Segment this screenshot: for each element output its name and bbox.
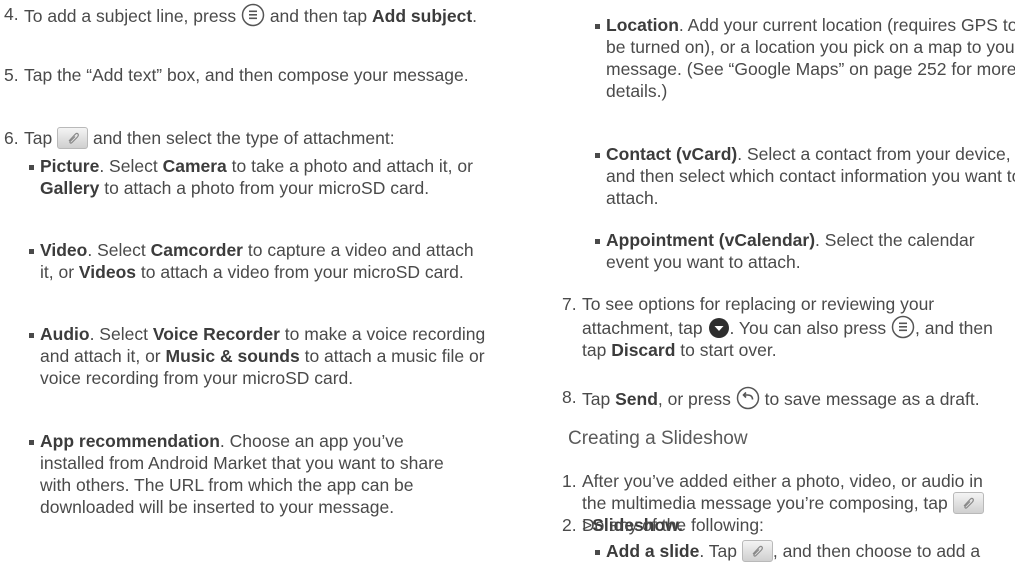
step-text: . [472, 6, 478, 26]
option-text: to attach a photo from your microSD card… [104, 178, 430, 198]
option-bold: Music & sounds [165, 346, 300, 366]
bullet-icon [29, 333, 34, 338]
step-number: 5. [4, 65, 19, 85]
option-video: Video. Select Camcorder to capture a vid… [0, 239, 490, 283]
step-text: to start over. [680, 340, 777, 360]
option-add-slide: Add a slide. Tap , and then choose to ad… [566, 540, 1015, 562]
step-5: 5. Tap the “Add text” box, and then comp… [0, 64, 494, 86]
step-text: . You can also press [729, 318, 887, 338]
bullet-icon [595, 550, 600, 555]
step-text: Tap [582, 389, 611, 409]
paperclip-icon [57, 127, 89, 149]
step-text: To add a subject line, press [24, 6, 237, 26]
step-text: Tap [24, 128, 53, 148]
option-text: to take a photo and attach it, or [231, 156, 473, 176]
option-title: Add a slide [606, 541, 700, 561]
option-bold: Camcorder [150, 240, 243, 260]
step-text: and then tap [269, 6, 368, 26]
add-subject-label: Add subject [372, 6, 473, 26]
step-text: Tap the “Add text” box, and then compose… [24, 65, 469, 85]
step-text: to save message as a draft. [764, 389, 980, 409]
section-heading: Creating a Slideshow [568, 428, 748, 449]
option-bold: Videos [78, 262, 136, 282]
step-text: After you’ve added either a photo, video… [582, 471, 983, 513]
option-contact: Contact (vCard). Select a contact from y… [566, 143, 1015, 209]
option-bold: Voice Recorder [152, 324, 280, 344]
expand-arrow-icon [708, 317, 730, 339]
send-label: Send [615, 389, 658, 409]
bullet-icon [29, 440, 34, 445]
option-picture: Picture. Select Camera to take a photo a… [0, 155, 490, 199]
option-app-recommendation: App recommendation. Choose an app you’ve… [0, 430, 470, 518]
step-7: 7. To see options for replacing or revie… [558, 293, 1007, 361]
option-text: . Tap [699, 541, 737, 561]
option-appointment: Appointment (vCalendar). Select the cale… [566, 229, 1006, 273]
option-title: Location [606, 15, 679, 35]
option-text: . Select [87, 240, 146, 260]
slideshow-step-2: 2. Do any of the following: [558, 514, 1002, 536]
option-text: . Select [99, 156, 158, 176]
paperclip-icon [741, 540, 773, 562]
step-number: 4. [4, 4, 19, 24]
option-bold: Gallery [40, 178, 100, 198]
step-4: 4. To add a subject line, press and then… [0, 3, 494, 27]
step-6: 6. Tap and then select the type of attac… [0, 127, 514, 149]
option-audio: Audio. Select Voice Recorder to make a v… [0, 323, 490, 389]
bullet-icon [595, 24, 600, 29]
discard-label: Discard [611, 340, 676, 360]
option-title: App recommendation [40, 431, 220, 451]
paperclip-icon [952, 492, 984, 514]
step-number: 1. [562, 471, 577, 491]
option-bold: Camera [162, 156, 227, 176]
menu-key-icon [891, 315, 915, 339]
menu-key-icon [241, 3, 265, 27]
option-text: . Select [89, 324, 148, 344]
option-location: Location. Add your current location (req… [566, 14, 1015, 102]
step-number: 7. [562, 294, 577, 314]
step-text: , or press [657, 389, 731, 409]
option-title: Appointment (vCalendar) [606, 230, 816, 250]
step-text: Do any of the following: [582, 515, 764, 535]
step-number: 8. [562, 387, 577, 407]
back-key-icon [736, 386, 760, 410]
bullet-icon [595, 239, 600, 244]
option-title: Picture [40, 156, 100, 176]
step-number: 6. [4, 128, 19, 148]
option-text: to attach a video from your microSD card… [140, 262, 464, 282]
step-number: 2. [562, 515, 577, 535]
bullet-icon [29, 249, 34, 254]
option-title: Video [40, 240, 88, 260]
option-text: , and then choose to add a [772, 541, 981, 561]
option-title: Audio [40, 324, 90, 344]
bullet-icon [595, 153, 600, 158]
step-text: and then select the type of attachment: [92, 128, 395, 148]
bullet-icon [29, 165, 34, 170]
step-8: 8. Tap Send, or press to save message as… [558, 386, 1015, 410]
option-title: Contact (vCard) [606, 144, 738, 164]
